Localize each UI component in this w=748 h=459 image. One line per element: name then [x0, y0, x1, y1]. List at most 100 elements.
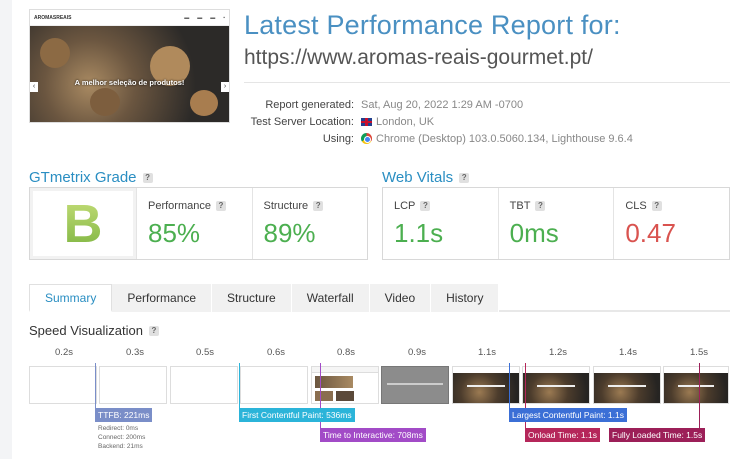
timeline-tick: 1.4s [619, 347, 637, 358]
ttfb-marker-line [95, 363, 96, 408]
filmstrip-frame[interactable] [522, 366, 590, 404]
filmstrip-frame[interactable] [99, 366, 167, 404]
grade-letter-cell: B [30, 188, 136, 259]
lcp-marker-line [509, 363, 510, 408]
food-bowl-image [40, 38, 70, 68]
ttfb-redirect: Redirect: 0ms [98, 425, 139, 432]
site-screenshot-thumbnail: AROMASREAIS ▬ ▬ ▬ ▪ A melhor seleção de … [29, 9, 230, 123]
meta-label: Test Server Location: [250, 115, 354, 128]
tab-waterfall[interactable]: Waterfall [291, 284, 370, 312]
question-mark-icon[interactable]: ? [215, 201, 226, 211]
fcp-marker-line [239, 363, 240, 408]
fully-loaded-marker-line [699, 363, 700, 428]
thumbnail-nav-link: ▬ [197, 14, 203, 21]
ttfb-connect: Connect: 200ms [98, 434, 146, 441]
meta-row-server-location: Test Server Location: London, UK [244, 113, 633, 130]
structure-label: Structure [263, 200, 309, 212]
lcp-label: LCP [394, 200, 416, 212]
lcp-value: 1.1s [394, 218, 444, 248]
cls-label: CLS [625, 200, 647, 212]
tab-video[interactable]: Video [369, 284, 432, 312]
report-tabs: Summary Performance Structure Waterfall … [29, 284, 730, 312]
thumbnail-hero-text: A melhor seleção de produtos! [74, 78, 185, 87]
timeline-tick: 1.1s [478, 347, 496, 358]
cls-metric: CLS ? 0.47 [613, 188, 729, 259]
speed-visualization-title: Speed Visualization ? [29, 323, 159, 338]
food-bowl-image [190, 90, 218, 116]
timeline-tick: 1.5s [690, 347, 708, 358]
thumbnail-navbar: AROMASREAIS ▬ ▬ ▬ ▪ [30, 10, 229, 26]
timeline-tick: 0.6s [267, 347, 285, 358]
lcp-marker[interactable]: Largest Contentful Paint: 1.1s [509, 408, 627, 422]
timeline-tick: 0.3s [126, 347, 144, 358]
tab-summary[interactable]: Summary [29, 284, 113, 312]
grade-letter: B [63, 193, 103, 254]
performance-value: 85% [148, 218, 201, 248]
onload-marker[interactable]: Onload Time: 1.1s [525, 428, 600, 442]
filmstrip-frame[interactable] [240, 366, 308, 404]
chrome-icon [361, 133, 372, 144]
structure-value: 89% [263, 218, 316, 248]
meta-row-using: Using: Chrome (Desktop) 103.0.5060.134, … [244, 130, 633, 147]
meta-row-report-generated: Report generated: Sat, Aug 20, 2022 1:29… [244, 96, 633, 113]
fully-loaded-marker[interactable]: Fully Loaded Time: 1.5s [609, 428, 706, 442]
header-divider [244, 82, 730, 83]
chevron-left-icon: ‹ [30, 82, 38, 92]
thumbnail-logo: AROMASREAIS [34, 14, 72, 21]
tbt-value: 0ms [509, 218, 559, 248]
report-url[interactable]: https://www.aromas-reais-gourmet.pt/ [244, 46, 593, 70]
speed-visualization-timeline: 0.2s 0.3s 0.5s 0.6s 0.8s 0.9s 1.1s 1.2s … [29, 345, 729, 459]
thumbnail-nav-link: ▬ [184, 14, 190, 21]
ttfb-marker[interactable]: TTFB: 221ms [95, 408, 153, 422]
tbt-label: TBT [509, 200, 531, 212]
question-mark-icon[interactable]: ? [535, 201, 546, 211]
filmstrip-frame[interactable] [663, 366, 729, 404]
question-mark-icon[interactable]: ? [420, 201, 431, 211]
cart-icon: ▪ [223, 14, 225, 21]
gtmetrix-grade-title: GTmetrix Grade ? [29, 169, 153, 186]
question-mark-icon[interactable]: ? [148, 325, 159, 336]
report-page: AROMASREAIS ▬ ▬ ▬ ▪ A melhor seleção de … [12, 0, 748, 459]
filmstrip-frame[interactable] [29, 366, 97, 404]
meta-label: Using: [322, 132, 354, 145]
meta-label: Report generated: [265, 98, 354, 111]
timeline-tick: 0.8s [337, 347, 355, 358]
question-mark-icon[interactable]: ? [142, 172, 153, 183]
ttfb-backend: Backend: 21ms [98, 443, 143, 450]
fcp-marker[interactable]: First Contentful Paint: 536ms [239, 408, 355, 422]
tab-history[interactable]: History [431, 284, 500, 312]
thumbnail-hero-image: A melhor seleção de produtos! ‹ › [30, 26, 229, 122]
timeline-tick: 0.2s [55, 347, 73, 358]
cls-value: 0.47 [625, 218, 676, 248]
question-mark-icon[interactable]: ? [651, 201, 662, 211]
question-mark-icon[interactable]: ? [313, 201, 324, 211]
performance-score: Performance ? 85% [136, 188, 252, 259]
timeline-tick: 0.5s [196, 347, 214, 358]
uk-flag-icon [361, 117, 372, 126]
tbt-metric: TBT ? 0ms [497, 188, 614, 259]
chevron-right-icon: › [221, 82, 229, 92]
lcp-metric: LCP ? 1.1s [383, 188, 498, 259]
filmstrip-frame[interactable] [593, 366, 661, 404]
question-mark-icon[interactable]: ? [459, 172, 470, 183]
web-vitals-title: Web Vitals ? [382, 169, 470, 186]
meta-value: Chrome (Desktop) 103.0.5060.134, Lightho… [376, 132, 633, 145]
structure-score: Structure ? 89% [251, 188, 368, 259]
meta-value: Sat, Aug 20, 2022 1:29 AM -0700 [361, 98, 524, 111]
timeline-tick: 0.9s [408, 347, 426, 358]
tti-marker[interactable]: Time to Interactive: 708ms [320, 428, 426, 442]
ttfb-details: Redirect: 0ms Connect: 200ms Backend: 21… [98, 424, 145, 451]
performance-label: Performance [148, 200, 211, 212]
report-meta: Report generated: Sat, Aug 20, 2022 1:29… [244, 96, 633, 147]
web-vitals-panel: LCP ? 1.1s TBT ? 0ms CLS ? 0.47 [382, 187, 730, 260]
filmstrip-frame[interactable] [381, 366, 449, 404]
report-title: Latest Performance Report for: [244, 10, 621, 40]
food-bowl-image [90, 88, 120, 116]
filmstrip-frame[interactable] [311, 366, 379, 404]
gtmetrix-grade-panel: B Performance ? 85% Structure ? 89% [29, 187, 368, 260]
thumbnail-nav-link: ▬ [210, 14, 216, 21]
timeline-tick: 1.2s [549, 347, 567, 358]
tab-structure[interactable]: Structure [212, 284, 292, 312]
tab-performance[interactable]: Performance [112, 284, 213, 312]
filmstrip-frame[interactable] [170, 366, 238, 404]
